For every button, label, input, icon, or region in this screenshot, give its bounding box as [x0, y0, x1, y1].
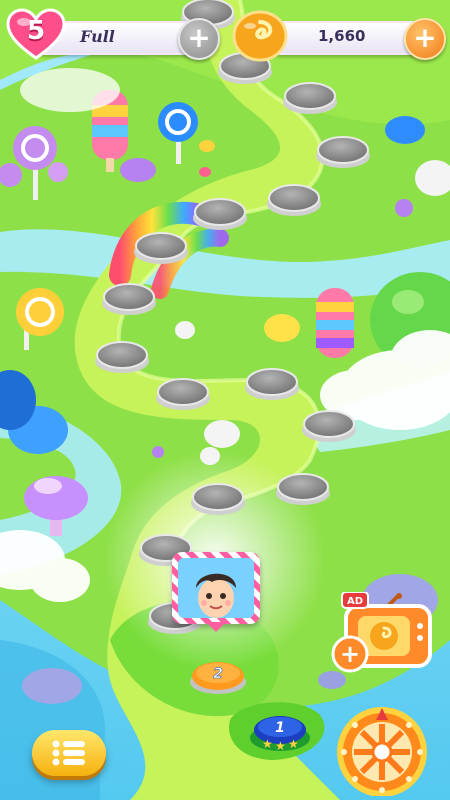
player-avatar[interactable] — [172, 552, 260, 624]
locked-level-node[interactable] — [102, 283, 156, 315]
star-icon: ★ — [288, 737, 299, 751]
add-lives-button[interactable]: + — [178, 18, 220, 60]
completed-level-node[interactable]: 1 ★ ★ ★ — [248, 708, 312, 756]
boy-face-icon — [196, 573, 236, 618]
ad-badge: AD — [347, 596, 363, 607]
locked-level-node[interactable] — [134, 232, 188, 264]
lives-count: 5 — [26, 16, 46, 46]
buy-coins-button[interactable]: + — [404, 18, 446, 60]
locked-level-node[interactable] — [191, 483, 245, 515]
menu-button[interactable] — [32, 730, 106, 776]
watch-ad-button[interactable]: AD + — [328, 592, 434, 676]
coin-icon — [232, 10, 288, 62]
lives-status: Full — [80, 27, 115, 46]
locked-level-node[interactable] — [193, 198, 247, 230]
locked-level-node[interactable] — [245, 368, 299, 400]
locked-level-node[interactable] — [156, 378, 210, 410]
locked-level-node[interactable] — [302, 410, 356, 442]
svg-text:+: + — [340, 640, 360, 668]
current-level-number: 2 — [213, 666, 223, 682]
locked-level-node[interactable] — [283, 82, 337, 114]
completed-level-number: 1 — [275, 720, 285, 736]
star-icon: ★ — [275, 739, 286, 753]
locked-level-node[interactable] — [276, 473, 330, 505]
lucky-wheel-button[interactable] — [334, 706, 430, 796]
locked-level-node[interactable] — [316, 136, 370, 168]
locked-level-node[interactable] — [267, 184, 321, 216]
coin-count: 1,660 — [318, 27, 366, 45]
list-icon — [52, 740, 85, 766]
avatar-pointer — [206, 622, 226, 632]
star-icon: ★ — [262, 737, 273, 751]
locked-level-node[interactable] — [95, 341, 149, 373]
current-level-node[interactable]: 2 — [188, 656, 248, 696]
coins-bar: 1,660 + — [264, 18, 446, 60]
